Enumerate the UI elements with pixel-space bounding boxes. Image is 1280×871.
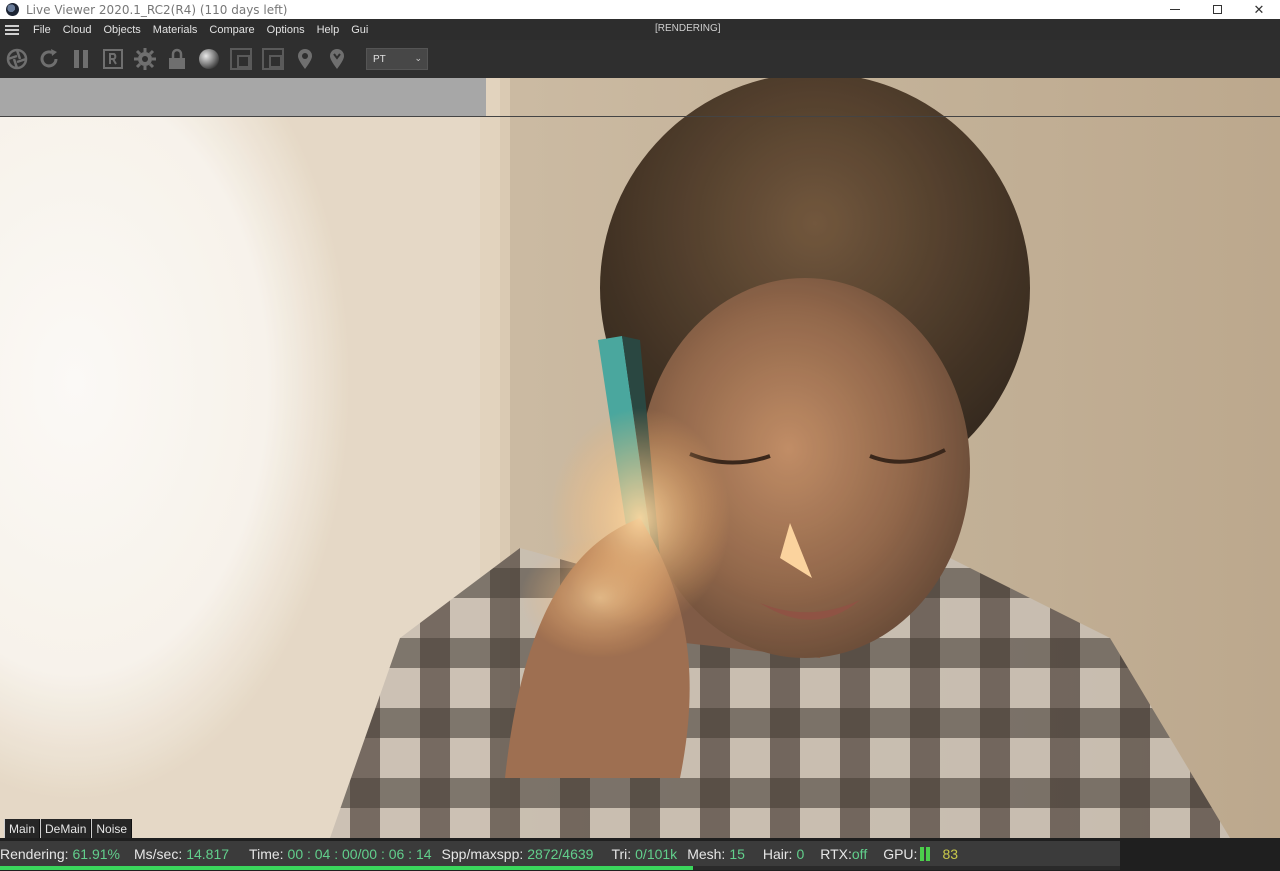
spp-value: 2872/4639 — [527, 845, 594, 862]
settings-gear-icon — [134, 48, 156, 70]
minimize-icon — [1170, 9, 1180, 10]
menu-options[interactable]: Options — [261, 24, 311, 36]
tab-noise[interactable]: Noise — [91, 819, 133, 838]
menu-file[interactable]: File — [27, 24, 57, 36]
window-controls: ✕ — [1154, 0, 1280, 19]
chevron-down-icon: ⌄ — [414, 53, 422, 63]
render-progress-bar — [0, 866, 1120, 870]
rendered-image — [0, 78, 1280, 838]
rtx-value: off — [851, 845, 868, 862]
region-render-button[interactable] — [98, 44, 128, 74]
material-ball-button[interactable] — [194, 44, 224, 74]
ms-per-sec-label: Ms/sec: — [133, 845, 183, 862]
pin-picker-icon — [330, 49, 344, 69]
pause-button[interactable] — [66, 44, 96, 74]
menu-help[interactable]: Help — [311, 24, 346, 36]
render-bucket-overlay — [0, 78, 486, 116]
compare-a-button[interactable] — [226, 44, 256, 74]
tri-value: 0/101k — [635, 845, 678, 862]
material-picker-button[interactable] — [322, 44, 352, 74]
maximize-icon — [1212, 5, 1222, 14]
toolbar: PT ⌄ — [0, 40, 1280, 78]
aperture-button[interactable] — [2, 44, 32, 74]
focus-picker-button[interactable] — [290, 44, 320, 74]
tab-main[interactable]: Main — [4, 819, 41, 838]
time-label: Time: — [249, 845, 284, 862]
mesh-value: 15 — [729, 845, 745, 862]
tri-label: Tri: — [611, 845, 632, 862]
rtx-label: RTX: — [820, 845, 852, 862]
channel-tabs: Main DeMain Noise — [4, 819, 133, 838]
ms-per-sec-value: 14.817 — [186, 845, 230, 862]
render-viewport[interactable] — [0, 78, 1280, 838]
reload-button[interactable] — [34, 44, 64, 74]
close-icon: ✕ — [1253, 1, 1265, 17]
minimize-button[interactable] — [1154, 0, 1196, 19]
rendering-value: 61.91% — [72, 845, 120, 862]
material-ball-icon — [199, 49, 219, 69]
lock-button[interactable] — [162, 44, 192, 74]
compare-b-button[interactable] — [258, 44, 288, 74]
menu-bar: File Cloud Objects Materials Compare Opt… — [0, 19, 1280, 40]
gpu-usage-bars-icon — [920, 846, 931, 861]
title-bar: Live Viewer 2020.1_RC2(R4) (110 days lef… — [0, 0, 1280, 19]
hamburger-menu-icon[interactable] — [5, 24, 19, 35]
time-value: 00 : 04 : 00/00 : 06 : 14 — [287, 845, 432, 862]
render-progress-fill — [0, 866, 694, 870]
compare-a-icon — [230, 48, 252, 70]
close-button[interactable]: ✕ — [1238, 0, 1280, 19]
pause-icon — [74, 50, 88, 68]
menu-gui[interactable]: Gui — [345, 24, 374, 36]
status-bar: Rendering: 61.91% Ms/sec: 14.817 Time: 0… — [0, 838, 1280, 871]
maximize-button[interactable] — [1196, 0, 1238, 19]
app-logo-icon — [6, 3, 19, 16]
kernel-mode-value: PT — [373, 53, 386, 65]
hair-value: 0 — [796, 845, 805, 862]
spp-label: Spp/maxspp: — [441, 845, 524, 862]
lock-icon — [169, 48, 185, 69]
gpu-value: 83 — [942, 845, 959, 862]
tab-demain[interactable]: DeMain — [40, 819, 92, 838]
gpu-label: GPU: — [883, 845, 918, 862]
kernel-mode-select[interactable]: PT ⌄ — [366, 48, 428, 70]
rendering-label: Rendering: — [0, 845, 69, 862]
menu-objects[interactable]: Objects — [97, 24, 146, 36]
status-line: Rendering: 61.91% Ms/sec: 14.817 Time: 0… — [0, 841, 1120, 866]
mesh-label: Mesh: — [687, 845, 726, 862]
render-state-label: [RENDERING] — [655, 23, 721, 34]
reload-icon — [40, 49, 58, 68]
settings-button[interactable] — [130, 44, 160, 74]
region-r-icon — [103, 49, 123, 69]
window-title: Live Viewer 2020.1_RC2(R4) (110 days lef… — [26, 2, 288, 17]
menu-materials[interactable]: Materials — [147, 24, 204, 36]
render-bucket-line — [0, 116, 1280, 117]
menu-cloud[interactable]: Cloud — [57, 24, 98, 36]
menu-compare[interactable]: Compare — [203, 24, 260, 36]
pin-focus-icon — [298, 49, 312, 69]
hair-label: Hair: — [762, 845, 793, 862]
aperture-icon — [6, 48, 28, 70]
compare-b-icon — [262, 48, 284, 70]
